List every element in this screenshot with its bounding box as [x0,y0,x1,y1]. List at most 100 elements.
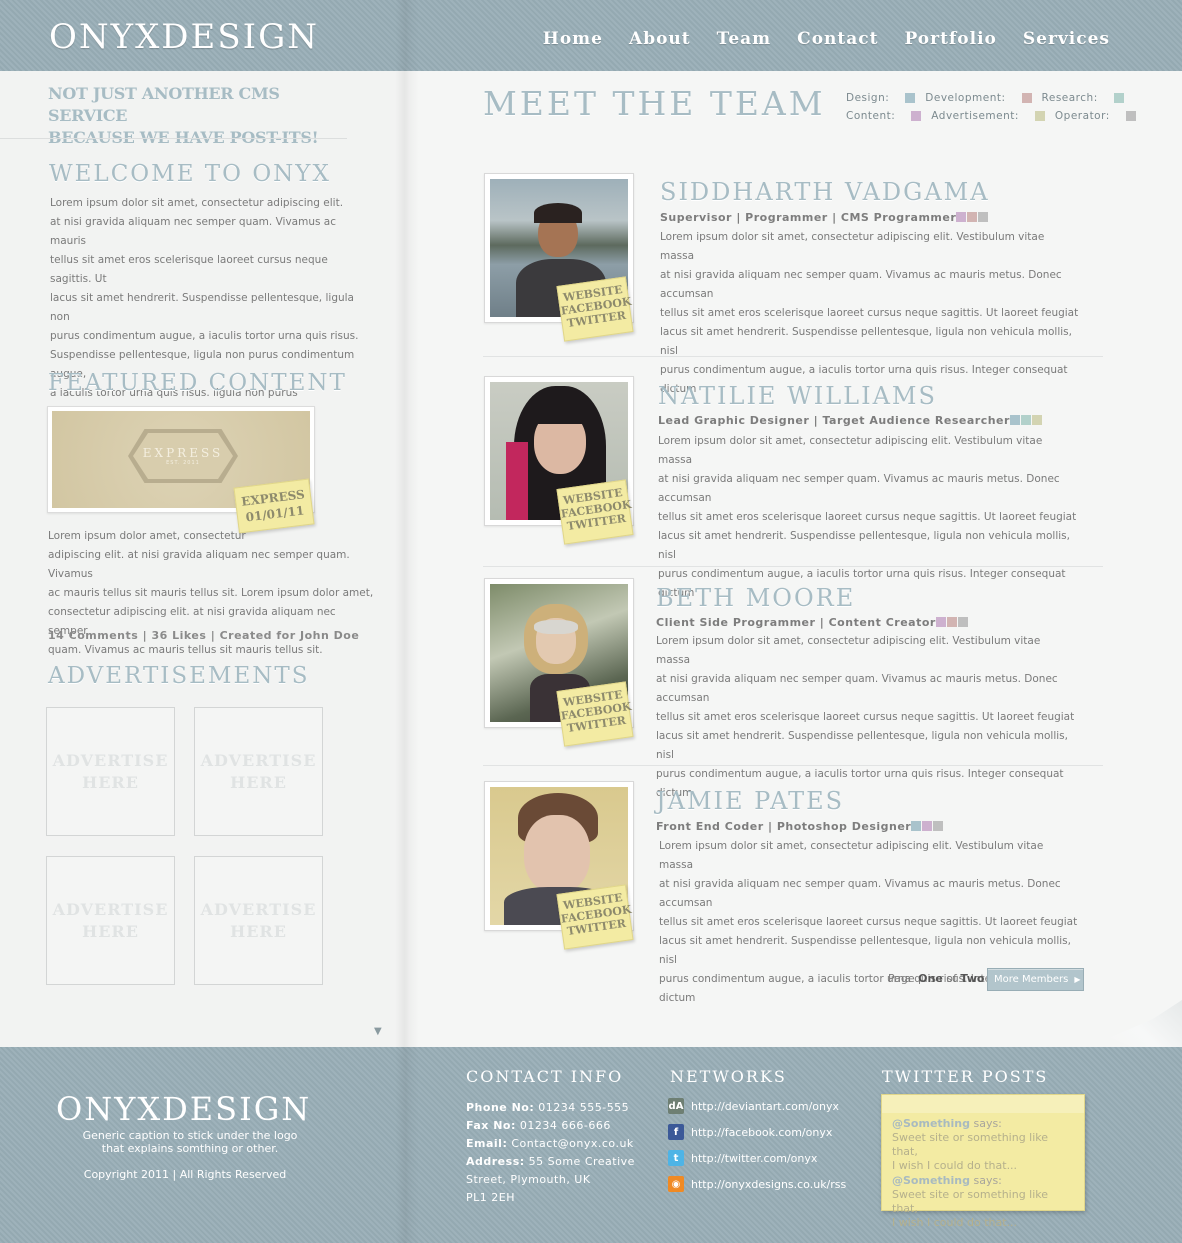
contact-fax: Fax No: 01234 666-666 [466,1117,636,1135]
member-divider [483,765,1103,766]
member-role: Client Side Programmer | Content Creator [656,616,969,629]
face-shape [524,815,590,893]
legend-item: Development: [925,89,1032,107]
text-line: at nisi gravida aliquam nec semper quam.… [658,473,1060,504]
legend-label: Development: [925,92,1006,104]
contact-label: Address: [466,1155,525,1168]
role-swatch [967,212,978,222]
network-link-deviantart[interactable]: dA http://deviantart.com/onyx [668,1098,839,1114]
legend-item: Content: [846,107,922,125]
email-link[interactable]: Contact@onyx.co.uk [511,1137,633,1150]
tweet-user[interactable]: @Something [892,1117,970,1130]
contact-value: 55 Some Creative [528,1155,635,1168]
deviantart-icon: dA [668,1098,684,1114]
role-text: Supervisor | Programmer | CMS Programmer [660,211,957,224]
contact-value: 01234 555-555 [538,1101,630,1114]
welcome-title: WELCOME TO ONYX [49,161,331,187]
contact-value: PL1 2EH [466,1191,515,1204]
text-line: at nisi gravida aliquam nec semper quam.… [660,269,1062,300]
text-line: lacus sit amet hendrerit. Suspendisse pe… [656,730,1068,761]
footer-logo[interactable]: ONYXDESIGN [56,1090,311,1128]
site-logo[interactable]: ONYXDESIGN [49,17,319,57]
member-role: Front End Coder | Photoshop Designer [656,820,944,833]
ad-slot[interactable]: ADVERTISE HERE [194,707,323,836]
role-swatch [922,821,933,831]
text-line: Lorem ipsum dolor sit amet, consectetur … [656,635,1041,666]
text-line: at nisi gravida aliquam nec semper quam.… [50,216,336,247]
member-links-note: WEBSITE FACEBOOK TWITTER [556,681,634,747]
header-bar: ONYXDESIGN Home About Team Contact Portf… [0,0,1182,71]
role-text: Lead Graphic Designer | Target Audience … [658,414,1010,427]
badge-text: EXPRESS [142,446,224,460]
ad-slot[interactable]: ADVERTISE HERE [46,707,175,836]
legend-item: Operator: [1055,107,1136,125]
button-label: More Members [994,974,1069,985]
role-swatch [1031,415,1042,425]
member-divider [483,356,1103,357]
more-members-button[interactable]: More Members ▶ [987,968,1084,991]
text-line: Lorem ipsum dolor amet, consectetur [48,530,246,542]
network-link-rss[interactable]: ◉ http://onyxdesigns.co.uk/rss [668,1176,846,1192]
hair-highlight [506,442,528,520]
nav-about[interactable]: About [629,29,691,49]
legend-swatch [1125,111,1136,121]
scroll-down-icon[interactable]: ▼ [374,1026,384,1037]
network-url: http://twitter.com/onyx [691,1151,818,1165]
tweet-text: I wish I could do that... [892,1216,1018,1229]
role-swatch [956,212,967,222]
role-swatch [933,821,944,831]
ad-text: HERE [82,772,139,792]
facebook-icon: f [668,1124,684,1140]
twitter-icon: t [668,1150,684,1166]
text-line: purus condimentum augue, a iaculis torto… [50,330,359,342]
contact-label: Fax No: [466,1119,516,1132]
network-link-twitter[interactable]: t http://twitter.com/onyx [668,1150,817,1166]
nav-contact[interactable]: Contact [797,29,878,49]
legend-swatch [905,93,916,103]
legend-swatch [1034,111,1045,121]
pager-total: Two [960,972,985,985]
contact-email: Email: Contact@onyx.co.uk [466,1135,636,1153]
member-bio: Lorem ipsum dolor sit amet, consectetur … [656,632,1076,803]
twitter-title: TWITTER POSTS [882,1067,1049,1086]
divider [0,138,347,139]
team-title: MEET THE TEAM [483,84,826,123]
text-line: lacus sit amet hendrerit. Suspendisse pe… [50,292,354,323]
role-swatch [911,821,922,831]
member-links-note: WEBSITE FACEBOOK TWITTER [556,479,634,545]
main-nav: Home About Team Contact Portfolio Servic… [543,29,1110,49]
role-swatch [946,617,957,627]
contact-label: Email: [466,1137,508,1150]
nav-services[interactable]: Services [1023,29,1110,49]
ad-text: HERE [82,921,139,941]
member-name: SIDDHARTH VADGAMA [660,178,990,206]
networks-title: NETWORKS [670,1067,787,1086]
network-link-facebook[interactable]: f http://facebook.com/onyx [668,1124,832,1140]
member-name: JAMIE PATES [656,787,845,815]
ad-text: ADVERTISE [200,750,317,770]
nav-home[interactable]: Home [543,29,603,49]
tweet-user[interactable]: @Something [892,1174,970,1187]
legend-label: Content: [846,110,896,122]
text-line: Lorem ipsum dolor sit amet, consectetur … [658,435,1043,466]
text-line: quam. Vivamus ac mauris tellus sit mauri… [48,644,323,656]
nav-portfolio[interactable]: Portfolio [904,29,996,49]
text-line: tellus sit amet eros scelerisque laoreet… [660,307,1079,319]
legend-label: Advertisement: [931,110,1019,122]
ad-slot[interactable]: ADVERTISE HERE [194,856,323,985]
member-links-note: WEBSITE FACEBOOK TWITTER [556,884,634,950]
pager-of: of [946,972,957,985]
ad-text: ADVERTISE [52,750,169,770]
contact-value: 01234 666-666 [519,1119,611,1132]
legend-row: Content: Advertisement: Operator: [846,107,1146,125]
nav-team[interactable]: Team [717,29,772,49]
contact-address: Address: 55 Some Creative [466,1153,636,1171]
featured-meta[interactable]: 14 Comments | 36 Likes | Created for Joh… [48,629,359,642]
mask-shape [534,620,578,634]
role-swatch [957,617,968,627]
featured-title: FEATURED CONTENT [48,370,347,396]
ad-slot[interactable]: ADVERTISE HERE [46,856,175,985]
tweet-text: I wish I could do that... [892,1159,1018,1172]
network-url: http://facebook.com/onyx [691,1125,833,1139]
member-bio: Lorem ipsum dolor sit amet, consectetur … [658,432,1078,603]
